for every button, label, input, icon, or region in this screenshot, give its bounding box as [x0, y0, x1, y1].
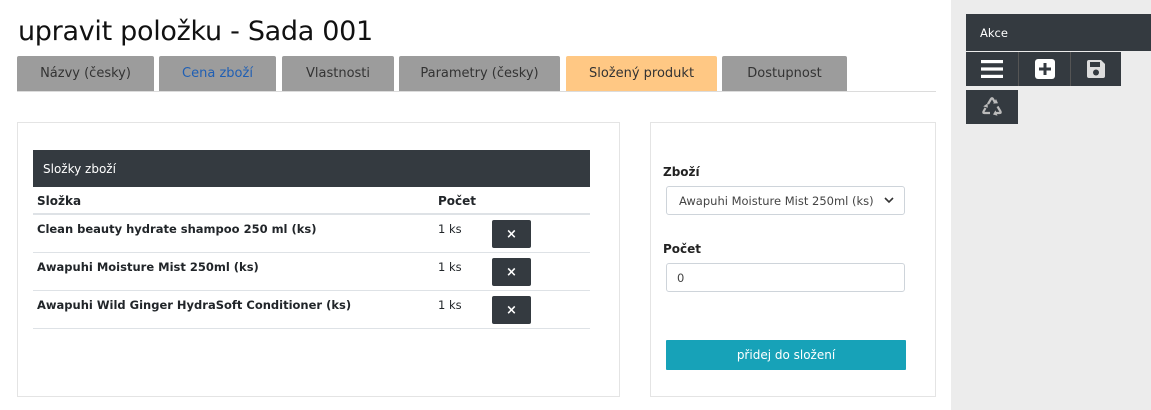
component-count: 1 ks — [438, 260, 462, 274]
component-name: Awapuhi Wild Ginger HydraSoft Conditione… — [37, 298, 352, 312]
components-table: Složka Počet Clean beauty hydrate shampo… — [33, 187, 590, 329]
menu-button[interactable] — [966, 52, 1018, 86]
save-button[interactable] — [1070, 52, 1121, 86]
tab-names[interactable]: Názvy (česky) — [17, 56, 154, 91]
product-label: Zboží — [663, 165, 700, 179]
tab-bar: Názvy (česky) Cena zboží Vlastnosti Para… — [17, 56, 936, 92]
save-icon — [1087, 60, 1105, 78]
count-label: Počet — [663, 242, 702, 256]
plus-square-icon — [1034, 59, 1055, 79]
table-row: Awapuhi Moisture Mist 250ml (ks) 1 ks × — [33, 253, 590, 291]
tab-parameters[interactable]: Parametry (česky) — [399, 56, 560, 91]
chevron-down-icon — [884, 197, 894, 204]
remove-component-button[interactable]: × — [492, 258, 531, 286]
component-name: Clean beauty hydrate shampoo 250 ml (ks) — [37, 222, 317, 236]
tab-price[interactable]: Cena zboží — [159, 56, 276, 91]
product-select[interactable]: Awapuhi Moisture Mist 250ml (ks) — [666, 186, 905, 215]
add-to-composition-button[interactable]: přidej do složení — [666, 340, 906, 370]
recycle-button[interactable] — [966, 90, 1018, 124]
remove-component-button[interactable]: × — [492, 220, 531, 248]
actions-header: Akce — [966, 14, 1151, 51]
recycle-icon — [982, 97, 1002, 116]
component-count: 1 ks — [438, 298, 462, 312]
table-row: Awapuhi Wild Ginger HydraSoft Conditione… — [33, 291, 590, 329]
component-count: 1 ks — [438, 222, 462, 236]
add-button[interactable] — [1018, 52, 1070, 86]
actions-sidebar: Akce — [951, 0, 1151, 410]
tab-properties[interactable]: Vlastnosti — [282, 56, 394, 91]
table-header: Složka Počet — [33, 187, 590, 215]
add-component-panel: Zboží Awapuhi Moisture Mist 250ml (ks) P… — [650, 122, 936, 397]
column-header-name: Složka — [37, 194, 82, 208]
count-input-value: 0 — [677, 270, 685, 285]
page-title: upravit položku - Sada 001 — [18, 16, 373, 47]
components-panel: Složky zboží Složka Počet Clean beauty h… — [17, 122, 620, 397]
count-input[interactable]: 0 — [666, 263, 905, 292]
column-header-count: Počet — [438, 194, 477, 208]
component-name: Awapuhi Moisture Mist 250ml (ks) — [37, 260, 259, 274]
tab-composite-product[interactable]: Složený produkt — [566, 56, 717, 91]
product-select-value: Awapuhi Moisture Mist 250ml (ks) — [679, 193, 874, 208]
remove-component-button[interactable]: × — [492, 296, 531, 324]
tab-availability[interactable]: Dostupnost — [722, 56, 847, 91]
menu-icon — [981, 60, 1003, 78]
table-row: Clean beauty hydrate shampoo 250 ml (ks)… — [33, 215, 590, 253]
components-header: Složky zboží — [33, 150, 590, 187]
